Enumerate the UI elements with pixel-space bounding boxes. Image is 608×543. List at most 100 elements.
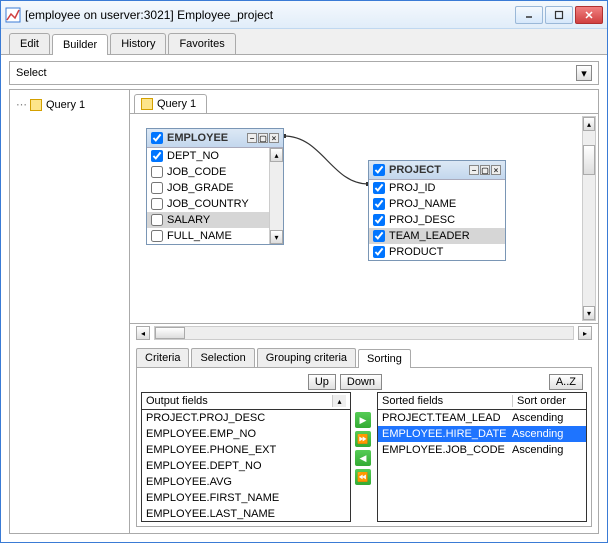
- move-down-button[interactable]: Down: [340, 374, 382, 390]
- field-label: JOB_GRADE: [167, 182, 234, 194]
- field-label: PRODUCT: [389, 246, 443, 258]
- field-label: EMPLOYEE.DEPT_NO: [146, 460, 346, 472]
- add-all-button[interactable]: ⏩: [355, 431, 371, 447]
- tab-history[interactable]: History: [110, 33, 166, 54]
- minimize-button[interactable]: [515, 6, 543, 24]
- tab-sorting[interactable]: Sorting: [358, 349, 411, 368]
- table-checkbox-project[interactable]: [373, 164, 385, 176]
- diagram-canvas[interactable]: EMPLOYEE − ▢ × ▴ ▾ DEP: [130, 114, 598, 324]
- field-checkbox[interactable]: [373, 246, 385, 258]
- table-title-project[interactable]: PROJECT − ▢ ×: [369, 161, 505, 180]
- field-row[interactable]: FULL_NAME: [147, 228, 283, 244]
- main-tabs: Edit Builder History Favorites: [1, 29, 607, 55]
- list-item[interactable]: EMPLOYEE.AVG: [142, 474, 350, 490]
- scrollbar-vertical[interactable]: ▴ ▾: [269, 148, 283, 244]
- table-restore-icon[interactable]: ▢: [258, 133, 268, 143]
- tab-grouping[interactable]: Grouping criteria: [257, 348, 356, 367]
- field-row[interactable]: DEPT_NO: [147, 148, 283, 164]
- field-row[interactable]: SALARY: [147, 212, 283, 228]
- list-item[interactable]: EMPLOYEE.EMP_NO: [142, 426, 350, 442]
- field-label: EMPLOYEE.FIRST_NAME: [146, 492, 346, 504]
- table-checkbox-employee[interactable]: [151, 132, 163, 144]
- field-checkbox[interactable]: [151, 198, 163, 210]
- table-close-icon[interactable]: ×: [491, 165, 501, 175]
- tree-item-label: Query 1: [46, 99, 85, 111]
- field-checkbox[interactable]: [373, 198, 385, 210]
- table-body-employee: ▴ ▾ DEPT_NO JOB_CODE JOB_GRADE JOB_COUNTRYS…: [147, 148, 283, 244]
- scroll-up-icon[interactable]: ▴: [583, 117, 595, 131]
- field-checkbox[interactable]: [373, 214, 385, 226]
- scroll-down-icon[interactable]: ▾: [270, 230, 283, 244]
- list-item[interactable]: EMPLOYEE.HIRE_DATEAscending: [378, 426, 586, 442]
- output-fields-header: Output fields: [146, 395, 332, 407]
- field-checkbox[interactable]: [373, 182, 385, 194]
- field-label: EMPLOYEE.HIRE_DATE: [382, 428, 512, 440]
- list-item[interactable]: EMPLOYEE.LAST_NAME: [142, 506, 350, 521]
- window-title: [employee on userver:3021] Employee_proj…: [25, 8, 515, 22]
- scroll-right-icon[interactable]: ▸: [578, 326, 592, 340]
- list-item[interactable]: EMPLOYEE.FIRST_NAME: [142, 490, 350, 506]
- scroll-track[interactable]: [154, 326, 574, 340]
- field-checkbox[interactable]: [151, 166, 163, 178]
- list-item[interactable]: EMPLOYEE.JOB_CODEAscending: [378, 442, 586, 458]
- remove-button[interactable]: ◀: [355, 450, 371, 466]
- maximize-button[interactable]: [545, 6, 573, 24]
- list-item[interactable]: PROJECT.PROJ_DESC: [142, 410, 350, 426]
- canvas-scrollbar-horizontal[interactable]: ◂ ▸: [130, 324, 598, 342]
- field-row[interactable]: JOB_CODE: [147, 164, 283, 180]
- titlebar[interactable]: [employee on userver:3021] Employee_proj…: [1, 1, 607, 29]
- field-checkbox[interactable]: [151, 230, 163, 242]
- list-item[interactable]: EMPLOYEE.PHONE_EXT: [142, 442, 350, 458]
- scroll-up-icon[interactable]: ▴: [332, 395, 346, 407]
- field-checkbox[interactable]: [151, 182, 163, 194]
- list-item[interactable]: EMPLOYEE.DEPT_NO: [142, 458, 350, 474]
- move-up-button[interactable]: Up: [308, 374, 336, 390]
- field-label: PROJECT.TEAM_LEAD: [382, 412, 512, 424]
- tab-selection[interactable]: Selection: [191, 348, 254, 367]
- table-title-employee[interactable]: EMPLOYEE − ▢ ×: [147, 129, 283, 148]
- sorted-fields-list[interactable]: Sorted fields Sort order PROJECT.TEAM_LE…: [377, 392, 587, 522]
- field-checkbox[interactable]: [373, 230, 385, 242]
- field-row[interactable]: PROJ_ID: [369, 180, 505, 196]
- list-header: Sorted fields Sort order: [378, 393, 586, 410]
- field-label: PROJ_DESC: [389, 214, 455, 226]
- table-title-label: EMPLOYEE: [167, 132, 228, 144]
- close-button[interactable]: [575, 6, 603, 24]
- builder-body: ⋯ Query 1 Query 1: [9, 89, 599, 534]
- tab-builder[interactable]: Builder: [52, 34, 108, 55]
- sort-order-button[interactable]: A..Z: [549, 374, 583, 390]
- table-minimize-icon[interactable]: −: [247, 133, 257, 143]
- canvas-scrollbar-vertical[interactable]: ▴ ▾: [582, 116, 596, 321]
- field-row[interactable]: TEAM_LEADER: [369, 228, 505, 244]
- remove-all-button[interactable]: ⏪: [355, 469, 371, 485]
- output-fields-list[interactable]: Output fields ▴ PROJECT.PROJ_DESCEMPLOYE…: [141, 392, 351, 522]
- tab-edit[interactable]: Edit: [9, 33, 50, 54]
- field-row[interactable]: PRODUCT: [369, 244, 505, 260]
- field-checkbox[interactable]: [151, 150, 163, 162]
- tab-criteria[interactable]: Criteria: [136, 348, 189, 367]
- table-close-icon[interactable]: ×: [269, 133, 279, 143]
- tab-favorites[interactable]: Favorites: [168, 33, 235, 54]
- table-restore-icon[interactable]: ▢: [480, 165, 490, 175]
- table-project[interactable]: PROJECT − ▢ × PROJ_ID PROJ_NAME PROJ_DESC T…: [368, 160, 506, 261]
- field-row[interactable]: PROJ_NAME: [369, 196, 505, 212]
- field-row[interactable]: PROJ_DESC: [369, 212, 505, 228]
- query-tab-1[interactable]: Query 1: [134, 94, 207, 113]
- dropdown-icon[interactable]: ▾: [576, 65, 592, 81]
- statement-type-dropdown[interactable]: Select ▾: [9, 61, 599, 85]
- field-row[interactable]: JOB_COUNTRY: [147, 196, 283, 212]
- field-label: JOB_CODE: [167, 166, 226, 178]
- scroll-thumb[interactable]: [583, 145, 595, 175]
- field-checkbox[interactable]: [151, 214, 163, 226]
- scroll-left-icon[interactable]: ◂: [136, 326, 150, 340]
- scroll-down-icon[interactable]: ▾: [583, 306, 595, 320]
- list-item[interactable]: PROJECT.TEAM_LEADAscending: [378, 410, 586, 426]
- add-button[interactable]: ▶: [355, 412, 371, 428]
- scroll-thumb[interactable]: [155, 327, 185, 339]
- field-label: PROJ_NAME: [389, 198, 456, 210]
- table-employee[interactable]: EMPLOYEE − ▢ × ▴ ▾ DEP: [146, 128, 284, 245]
- scroll-up-icon[interactable]: ▴: [270, 148, 283, 162]
- field-row[interactable]: JOB_GRADE: [147, 180, 283, 196]
- tree-item-query1[interactable]: ⋯ Query 1: [14, 96, 125, 113]
- table-minimize-icon[interactable]: −: [469, 165, 479, 175]
